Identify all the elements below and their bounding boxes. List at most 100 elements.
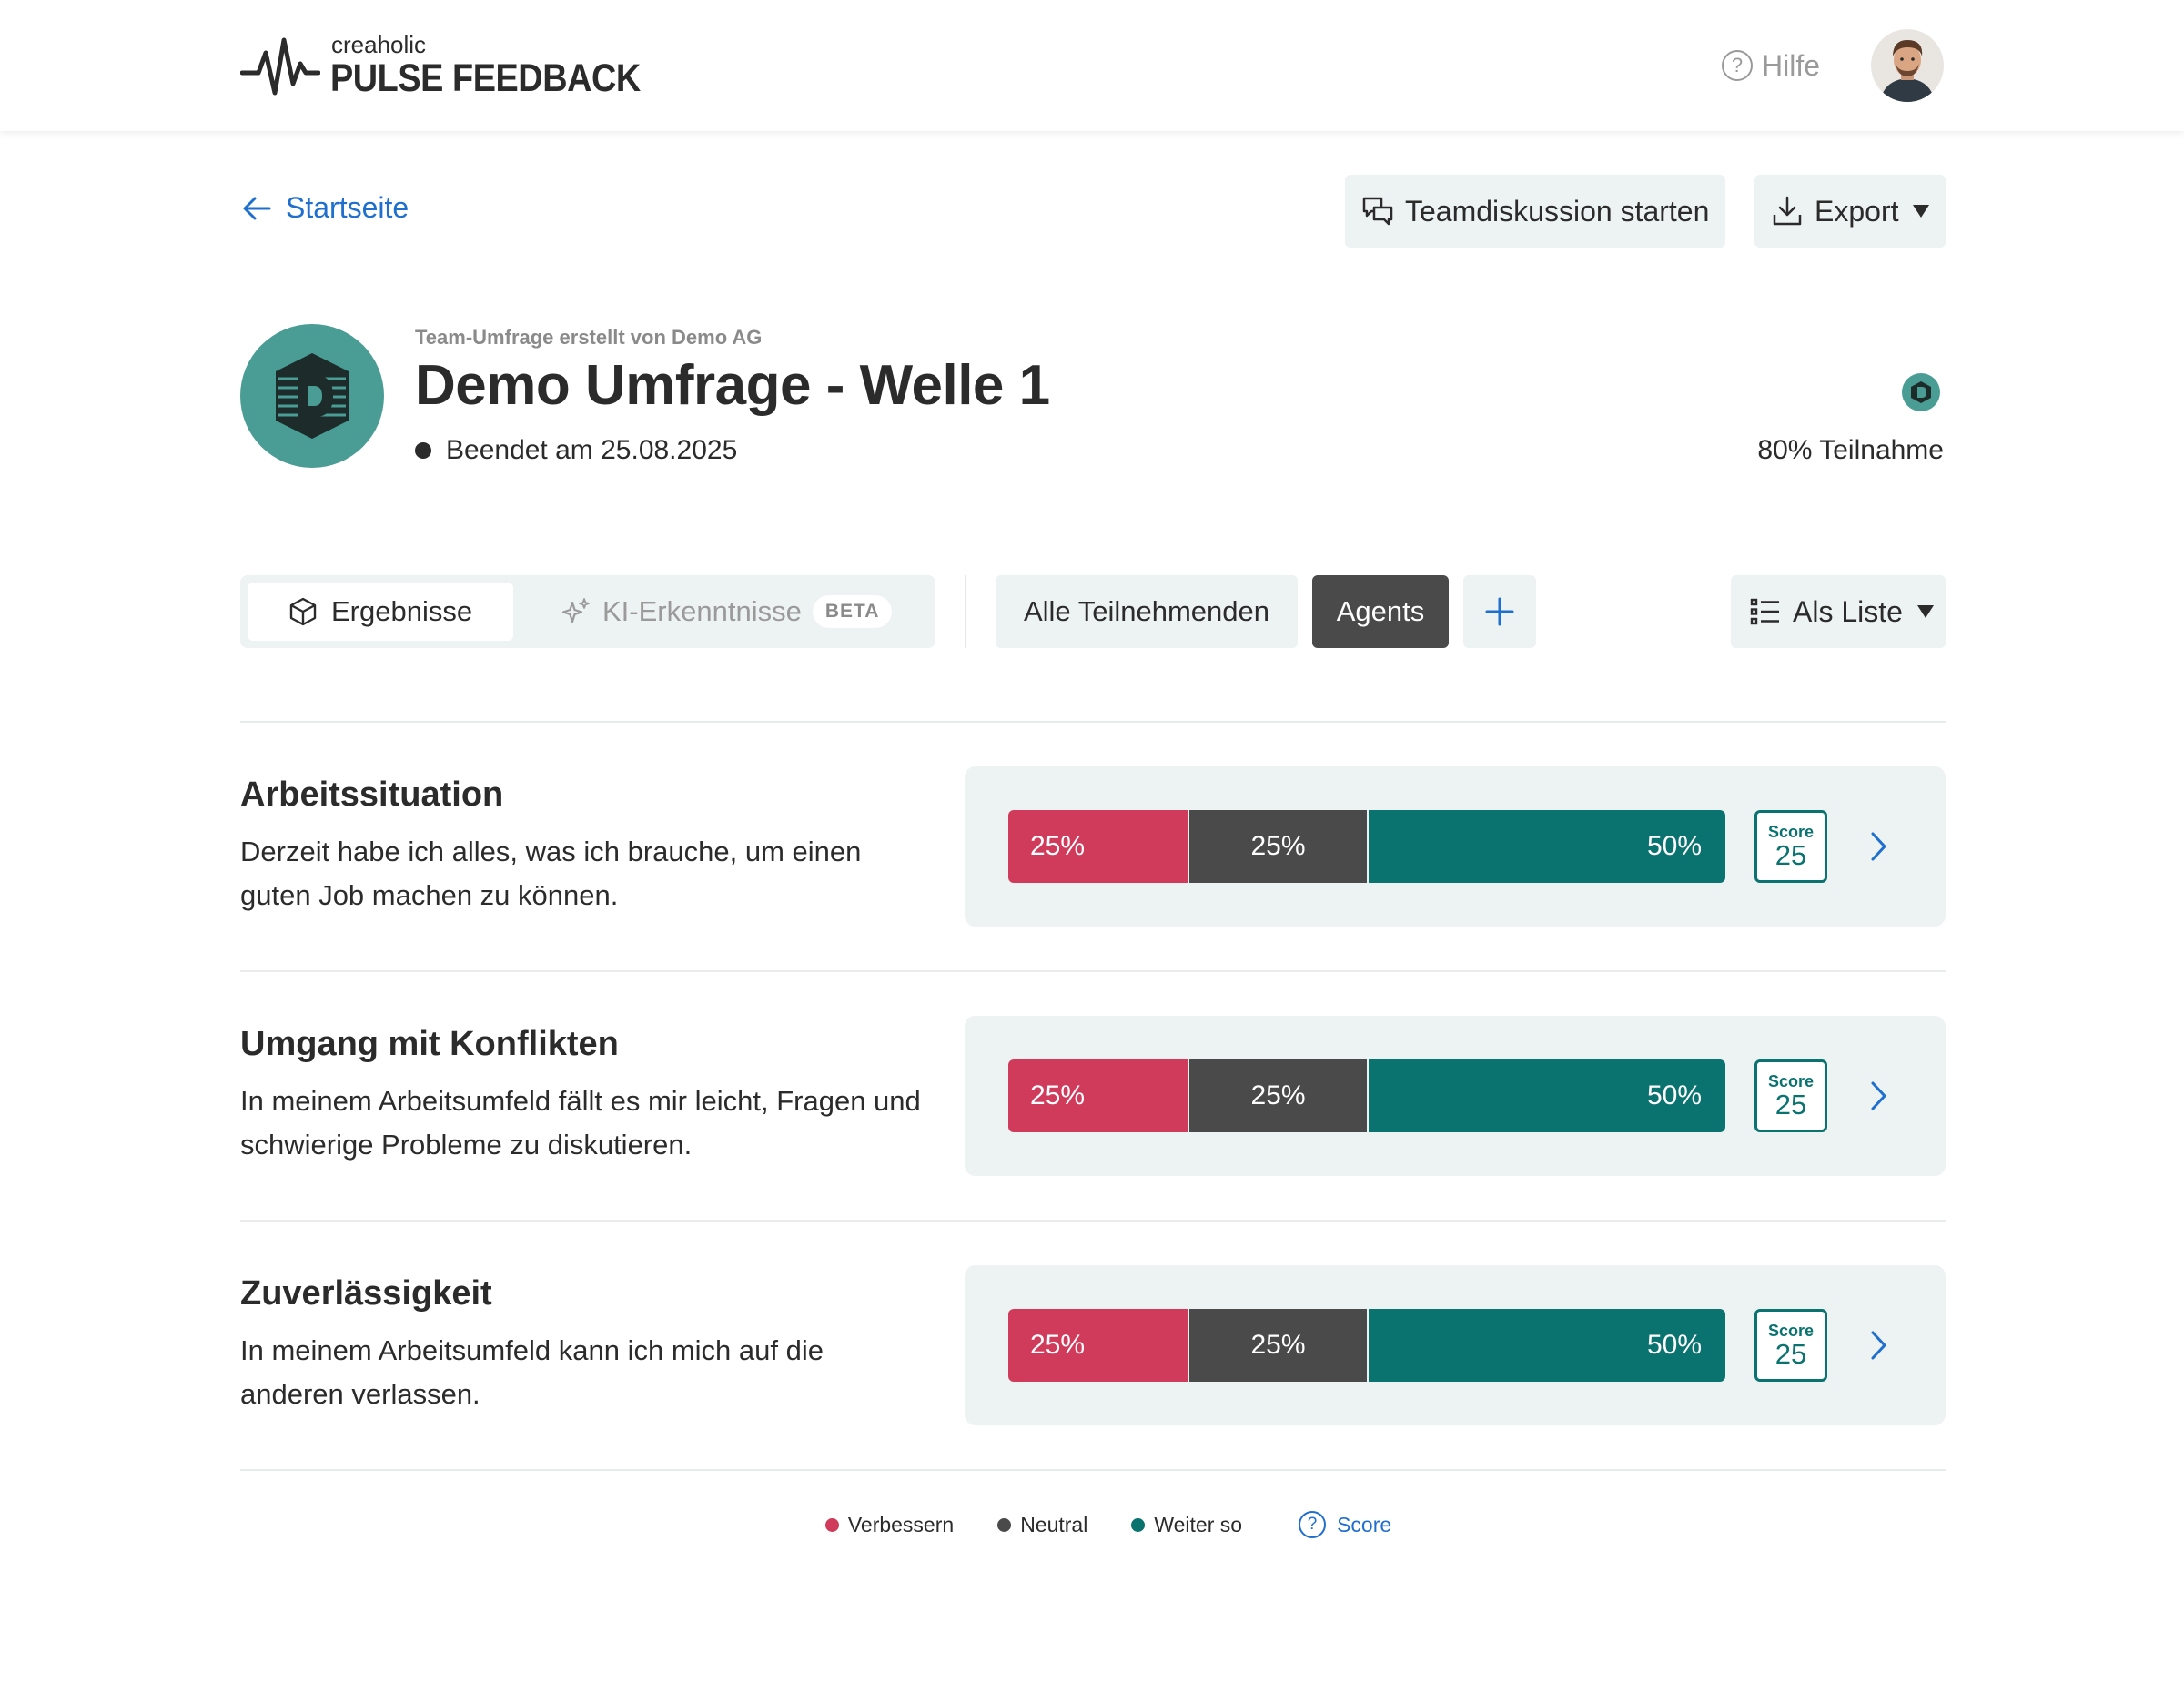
participation-rate: 80% Teilnahme	[1757, 435, 1944, 465]
download-icon	[1773, 196, 1802, 226]
segment-keep: 50%	[1367, 1059, 1725, 1132]
segment-neutral: 25%	[1188, 810, 1367, 883]
help-circle-icon: ?	[1299, 1511, 1327, 1538]
survey-status-label: Beendet am 25.08.2025	[446, 435, 738, 465]
legend-dot-icon	[824, 1517, 839, 1532]
segment-neutral: 25%	[1188, 1059, 1367, 1132]
help-link[interactable]: ? Hilfe	[1722, 46, 1820, 86]
org-badge[interactable]	[1902, 373, 1940, 411]
back-label: Startseite	[286, 191, 410, 224]
legend-item-neutral: Neutral	[997, 1513, 1087, 1537]
filter-all-participants[interactable]: Alle Teilnehmenden	[996, 575, 1298, 648]
survey-org-logo	[240, 324, 384, 468]
org-d-logo-icon	[276, 353, 349, 439]
app-header: creaholic PULSE FEEDBACK ? Hilfe	[0, 0, 2184, 131]
filter-agents[interactable]: Agents	[1312, 575, 1449, 648]
score-badge[interactable]: Score 25	[1754, 810, 1827, 883]
help-circle-icon: ?	[1722, 50, 1753, 81]
list-icon	[1750, 598, 1779, 625]
plus-icon	[1485, 597, 1514, 626]
add-filter-button[interactable]	[1463, 575, 1536, 648]
chevron-right-icon	[1871, 832, 1886, 861]
result-card[interactable]: 25% 25% 50% Score 25	[965, 1016, 1946, 1176]
view-mode-label: Als Liste	[1793, 594, 1903, 628]
score-value: 25	[1774, 839, 1807, 871]
legend-dot-icon	[997, 1517, 1012, 1532]
beta-badge: BETA	[812, 595, 893, 628]
score-value: 25	[1774, 1338, 1807, 1370]
legend-dot-icon	[1131, 1517, 1146, 1532]
question-text: Derzeit habe ich alles, was ich brauche,…	[240, 836, 862, 911]
segment-improve: 25%	[1008, 1309, 1188, 1382]
team-discussion-button[interactable]: Teamdiskussion starten	[1345, 175, 1725, 248]
help-label: Hilfe	[1762, 48, 1821, 82]
view-tabs: Ergebnisse KI-Erkenntnisse BETA	[240, 575, 935, 648]
divider	[965, 575, 966, 648]
score-badge[interactable]: Score 25	[1754, 1309, 1827, 1382]
segment-neutral: 25%	[1188, 1309, 1367, 1382]
score-info-label: Score	[1337, 1512, 1392, 1536]
score-label: Score	[1767, 1322, 1815, 1340]
score-label: Score	[1767, 1072, 1815, 1090]
status-dot-icon	[415, 442, 431, 459]
divider	[240, 970, 1946, 972]
result-card[interactable]: 25% 25% 50% Score 25	[965, 766, 1946, 927]
export-button[interactable]: Export	[1754, 175, 1946, 248]
question-title: Zuverlässigkeit	[240, 1274, 492, 1313]
question-title: Arbeitssituation	[240, 776, 504, 814]
result-card[interactable]: 25% 25% 50% Score 25	[965, 1265, 1946, 1425]
segment-improve: 25%	[1008, 810, 1188, 883]
back-link[interactable]: Startseite	[240, 191, 409, 225]
legend: Verbessern Neutral Weiter so ? Score	[0, 1511, 2184, 1538]
divider	[240, 1220, 1946, 1222]
chevron-right-icon	[1871, 1081, 1886, 1110]
tab-results-label: Ergebnisse	[331, 595, 473, 627]
pulse-logo-icon	[240, 37, 320, 96]
caret-down-icon	[1916, 605, 1934, 618]
org-badge-icon	[1911, 381, 1931, 403]
legend-item-keep: Weiter so	[1131, 1513, 1242, 1537]
arrow-left-icon	[243, 197, 271, 219]
score-badge[interactable]: Score 25	[1754, 1059, 1827, 1132]
view-mode-dropdown[interactable]: Als Liste	[1731, 575, 1946, 648]
distribution-bar: 25% 25% 50%	[1008, 1309, 1725, 1382]
chevron-right-icon	[1871, 1331, 1886, 1360]
question-title: Umgang mit Konflikten	[240, 1025, 619, 1063]
question-text: In meinem Arbeitsumfeld kann ich mich au…	[240, 1334, 824, 1410]
avatar-image	[1871, 29, 1944, 102]
open-details-button[interactable]	[1860, 1078, 1896, 1114]
avatar[interactable]	[1871, 29, 1944, 102]
legend-label: Verbessern	[847, 1512, 955, 1536]
legend-item-improve: Verbessern	[824, 1512, 955, 1537]
brand-logo[interactable]: creaholic PULSE FEEDBACK	[240, 31, 641, 104]
page-title: Demo Umfrage - Welle 1	[415, 354, 1050, 417]
score-info-link[interactable]: ? Score	[1299, 1511, 1391, 1538]
distribution-bar: 25% 25% 50%	[1008, 1059, 1725, 1132]
tab-ai-label: KI-Erkenntnisse	[602, 595, 802, 627]
open-details-button[interactable]	[1860, 1327, 1896, 1364]
open-details-button[interactable]	[1860, 828, 1896, 865]
survey-status: Beendet am 25.08.2025	[415, 435, 737, 466]
tab-ai-insights[interactable]: KI-Erkenntnisse BETA	[561, 583, 893, 641]
segment-keep: 50%	[1367, 1309, 1725, 1382]
segment-improve: 25%	[1008, 1059, 1188, 1132]
brand-name: PULSE FEEDBACK	[330, 56, 641, 100]
export-label: Export	[1815, 194, 1899, 228]
question-text: In meinem Arbeitsumfeld fällt es mir lei…	[240, 1085, 921, 1161]
team-discussion-label: Teamdiskussion starten	[1405, 194, 1710, 228]
divider	[240, 721, 1946, 723]
score-value: 25	[1774, 1089, 1807, 1120]
survey-created-by: Team-Umfrage erstellt von Demo AG	[415, 326, 763, 349]
brand-small: creaholic	[331, 31, 427, 58]
caret-down-icon	[1913, 205, 1930, 218]
score-label: Score	[1767, 823, 1815, 841]
distribution-bar: 25% 25% 50%	[1008, 810, 1725, 883]
legend-label: Neutral	[1020, 1512, 1088, 1536]
sparkles-icon	[561, 598, 590, 623]
legend-label: Weiter so	[1154, 1512, 1243, 1536]
cube-icon	[289, 597, 317, 626]
segment-keep: 50%	[1367, 810, 1725, 883]
tab-results[interactable]: Ergebnisse	[248, 583, 513, 641]
chat-bubbles-icon	[1362, 197, 1393, 226]
divider	[240, 1469, 1946, 1471]
